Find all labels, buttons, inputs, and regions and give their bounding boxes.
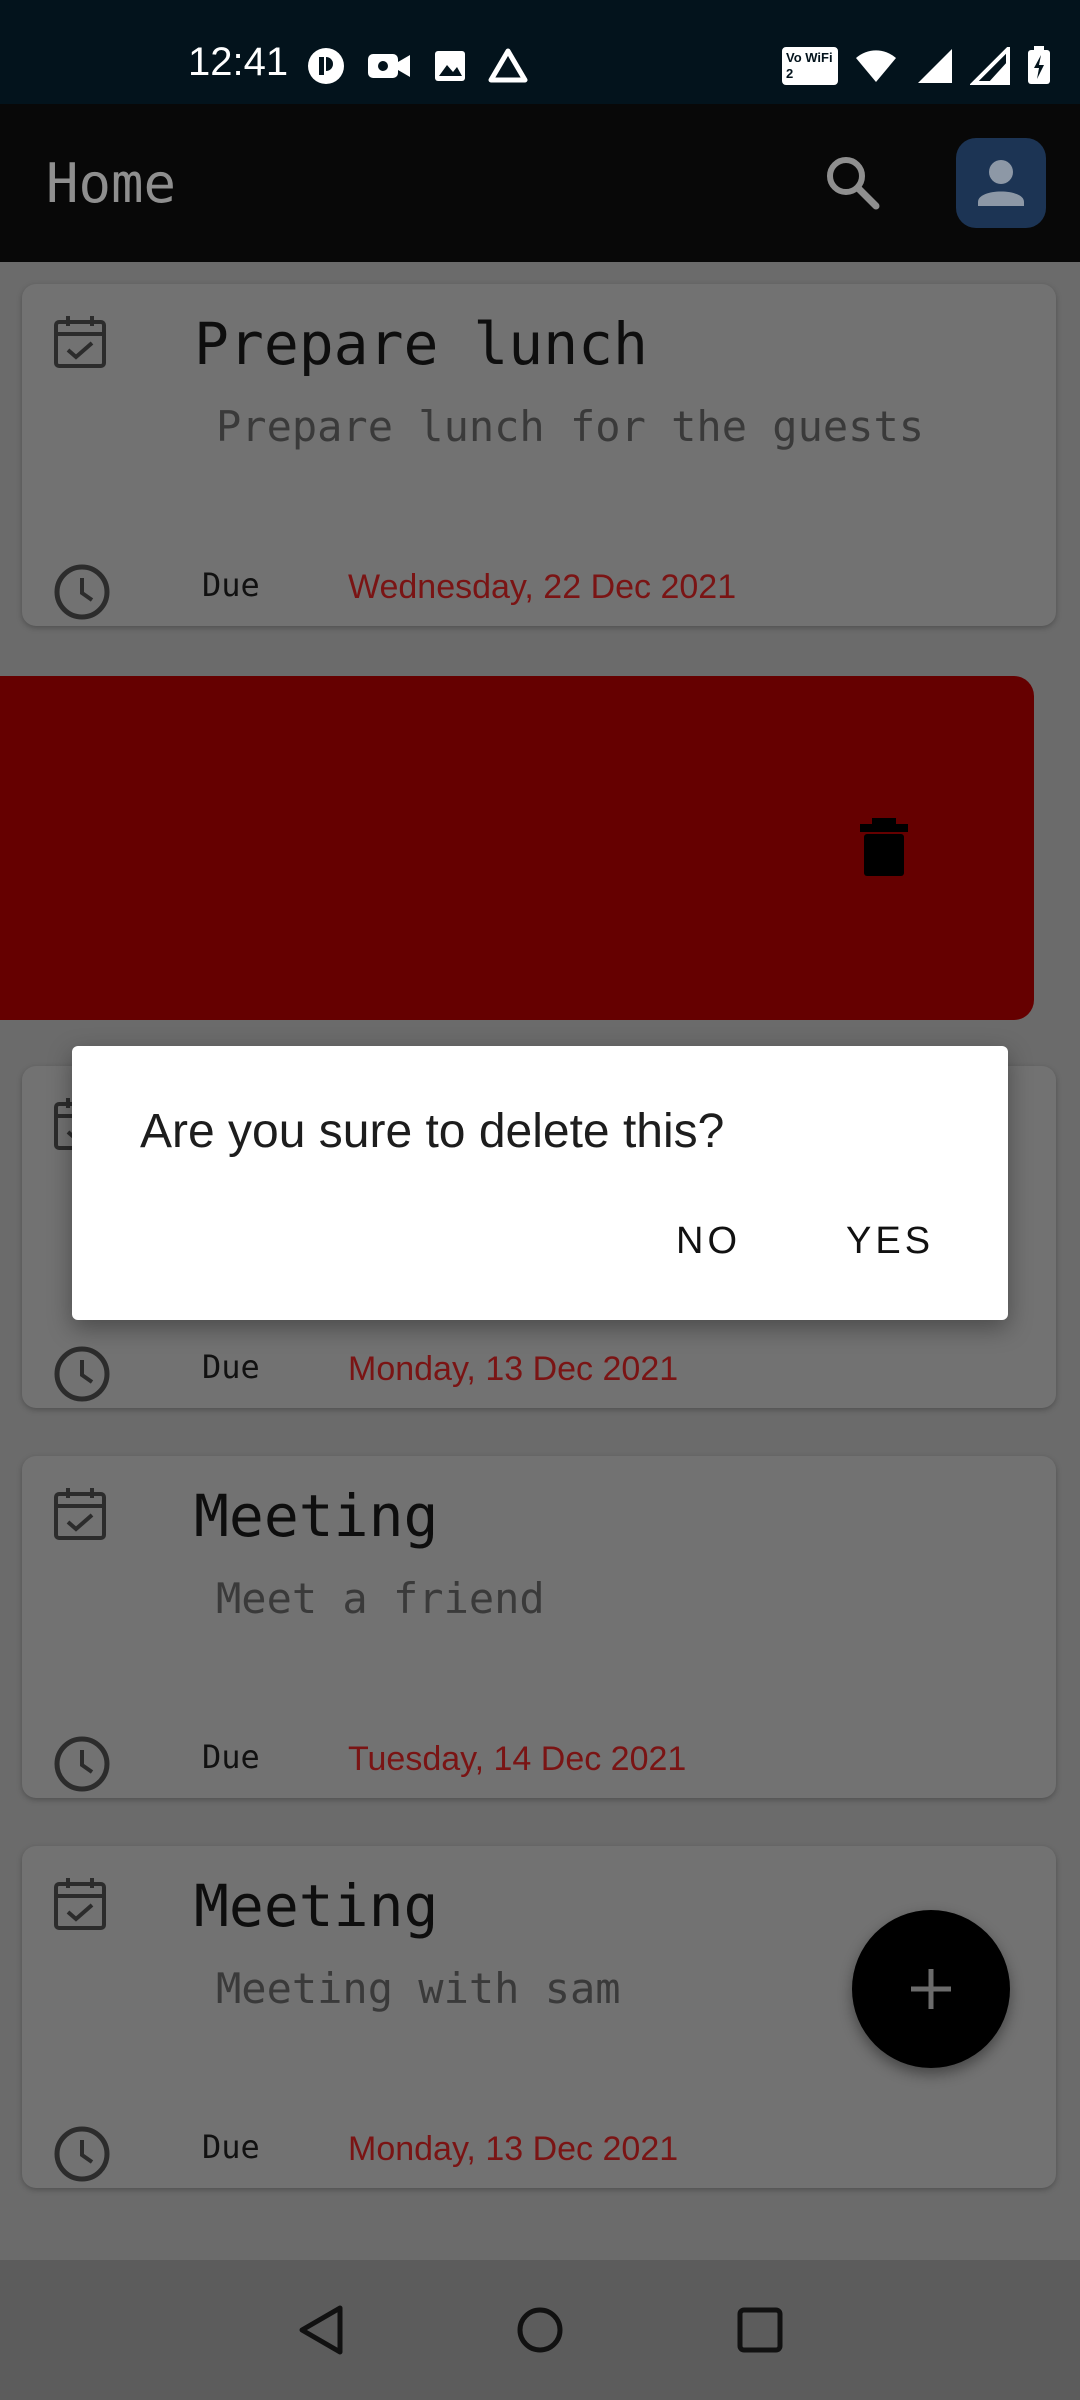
trash-icon[interactable] [858, 818, 910, 876]
due-date: Monday, 13 Dec 2021 [348, 1350, 679, 1388]
vowifi-icon: Vo WiFi 2 [782, 47, 838, 85]
plus-icon [911, 1969, 951, 2009]
status-time: 12:41 [188, 40, 289, 84]
dialog-message: Are you sure to delete this? [140, 1105, 725, 1158]
status-bar: 12:41 Vo WiFi 2 [0, 0, 1080, 104]
task-title: Meeting [194, 1482, 439, 1550]
task-title: Meeting [194, 1872, 439, 1940]
due-label: Due [202, 1348, 260, 1386]
drive-icon [488, 48, 528, 83]
calendar-check-icon [54, 1488, 106, 1540]
due-label: Due [202, 1738, 260, 1776]
image-icon [435, 51, 465, 81]
recents-square-icon[interactable] [730, 2300, 790, 2360]
delete-confirm-dialog: Are you sure to delete this? NO YES [72, 1046, 1008, 1320]
clock-icon [54, 564, 110, 620]
status-left-icons [306, 46, 528, 86]
app-bar: Home [0, 104, 1080, 262]
video-camera-icon [368, 54, 410, 78]
due-label: Due [202, 566, 260, 604]
signal-icon [970, 47, 1010, 85]
task-title: Prepare lunch [194, 310, 648, 378]
task-card[interactable]: Meeting Meet a friend Due Tuesday, 14 De… [22, 1456, 1056, 1798]
calendar-check-icon [54, 316, 106, 368]
system-nav-bar [0, 2260, 1080, 2400]
search-button[interactable] [820, 150, 886, 216]
due-date: Monday, 13 Dec 2021 [348, 2130, 679, 2168]
add-task-button[interactable] [852, 1910, 1010, 2068]
home-circle-icon[interactable] [510, 2300, 570, 2360]
page-title: Home [46, 152, 177, 215]
profile-button[interactable] [956, 138, 1046, 228]
yes-button[interactable]: YES [846, 1220, 934, 1263]
status-right-icons: Vo WiFi 2 [782, 46, 1052, 86]
signal-icon [918, 49, 952, 83]
vowifi-label: Vo WiFi 2 [786, 50, 833, 81]
task-description: Prepare lunch for the guests [216, 402, 925, 451]
battery-charging-icon [1028, 46, 1050, 84]
person-icon [978, 160, 1024, 206]
no-button[interactable]: NO [676, 1220, 741, 1263]
task-description: Meeting with sam [216, 1964, 621, 2013]
clock-icon [54, 2126, 110, 2182]
due-date: Wednesday, 22 Dec 2021 [348, 568, 737, 606]
task-card[interactable]: Prepare lunch Prepare lunch for the gues… [22, 284, 1056, 626]
task-description: Meet a friend [216, 1574, 545, 1623]
due-label: Due [202, 2128, 260, 2166]
calendar-check-icon [54, 1878, 106, 1930]
clock-icon [54, 1346, 110, 1402]
search-icon [827, 157, 880, 210]
back-triangle-icon[interactable] [292, 2300, 352, 2360]
clock-icon [54, 1736, 110, 1792]
notification-app-icon [308, 48, 344, 84]
due-date: Tuesday, 14 Dec 2021 [348, 1740, 687, 1778]
wifi-icon [856, 50, 896, 82]
